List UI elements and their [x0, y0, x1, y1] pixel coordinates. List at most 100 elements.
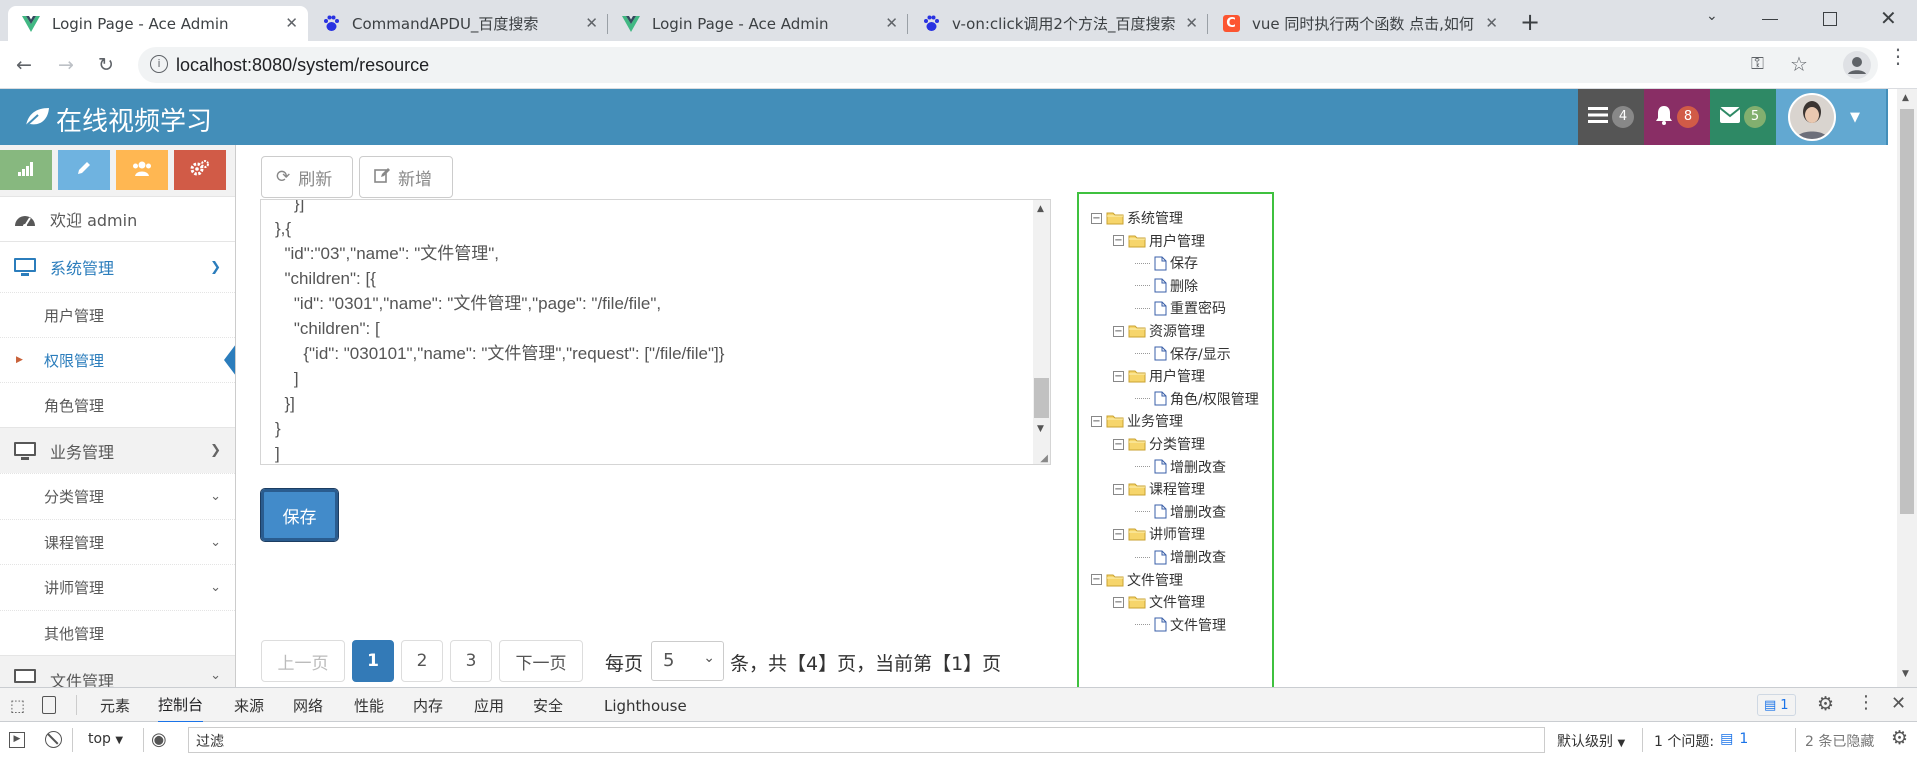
- profile-icon[interactable]: [1843, 51, 1871, 79]
- tree-folder-node[interactable]: − 文件管理: [1091, 570, 1183, 590]
- collapse-toggle-icon[interactable]: −: [1113, 370, 1124, 382]
- resize-handle-icon[interactable]: ◢: [1040, 453, 1048, 464]
- collapse-toggle-icon[interactable]: −: [1091, 574, 1102, 586]
- devtools-tab[interactable]: 内存: [413, 688, 443, 723]
- key-icon[interactable]: ⚿: [1751, 54, 1764, 74]
- save-button[interactable]: 保存: [260, 488, 339, 542]
- shortcut-edit-button[interactable]: [58, 150, 110, 190]
- tree-folder-node[interactable]: − 用户管理: [1113, 231, 1205, 251]
- gear-icon[interactable]: ⚙: [1891, 727, 1908, 749]
- sidebar-subitem-users[interactable]: 用户管理: [0, 292, 235, 337]
- devtools-tab[interactable]: 应用: [474, 688, 504, 723]
- browser-tab[interactable]: Login Page - Ace Admin ✕: [8, 6, 308, 41]
- inspect-icon[interactable]: ⬚: [10, 696, 25, 715]
- tree-folder-node[interactable]: − 业务管理: [1091, 411, 1183, 431]
- browser-tab[interactable]: v-on:click调用2个方法_百度搜索 ✕: [908, 6, 1208, 41]
- sidebar-item-business[interactable]: 业务管理 ❯: [0, 427, 235, 473]
- info-icon[interactable]: i: [150, 55, 168, 73]
- tree-leaf-node[interactable]: 增删改查: [1135, 457, 1226, 477]
- page-button[interactable]: 3: [450, 640, 492, 682]
- omnibox[interactable]: i localhost:8080/system/resource ⚿ ☆: [138, 47, 1878, 83]
- bookmark-star-icon[interactable]: ☆: [1790, 52, 1808, 76]
- clear-console-icon[interactable]: [45, 731, 62, 748]
- tree-leaf-node[interactable]: 保存: [1135, 253, 1198, 273]
- sidebar-subitem-other[interactable]: 其他管理: [0, 610, 235, 655]
- sidebar-item-files[interactable]: 文件管理 ⌄: [0, 655, 235, 687]
- tree-leaf-node[interactable]: 删除: [1135, 276, 1198, 296]
- textarea-scrollbar[interactable]: ▲ ▼: [1033, 200, 1050, 464]
- page-button[interactable]: 1: [352, 640, 394, 682]
- back-icon[interactable]: ←: [10, 51, 38, 79]
- add-button[interactable]: 新增: [359, 156, 453, 198]
- shortcut-users-button[interactable]: [116, 150, 168, 190]
- tree-folder-node[interactable]: − 分类管理: [1113, 434, 1205, 454]
- close-tab-icon[interactable]: ✕: [285, 14, 298, 32]
- tree-leaf-node[interactable]: 增删改查: [1135, 502, 1226, 522]
- browser-tab[interactable]: C vue 同时执行两个函数 点击,如何 ✕: [1208, 6, 1508, 41]
- sidebar-item-system[interactable]: 系统管理 ❯: [0, 241, 235, 292]
- tree-folder-node[interactable]: − 文件管理: [1113, 592, 1205, 612]
- devtools-tab[interactable]: 元素: [100, 688, 130, 723]
- notifications-button[interactable]: 8: [1644, 89, 1710, 145]
- menu-kebab-icon[interactable]: ⋮: [1888, 46, 1908, 66]
- sidebar-toggle-icon[interactable]: ▶: [9, 732, 25, 748]
- tree-folder-node[interactable]: − 讲师管理: [1113, 524, 1205, 544]
- forward-icon[interactable]: →: [52, 51, 80, 79]
- eye-icon[interactable]: ◉: [151, 729, 167, 750]
- collapse-toggle-icon[interactable]: −: [1113, 596, 1124, 608]
- scroll-down-icon[interactable]: ▼: [1037, 424, 1044, 434]
- close-tab-icon[interactable]: ✕: [1485, 14, 1498, 32]
- prev-page-button[interactable]: 上一页: [261, 640, 345, 682]
- reload-icon[interactable]: ↻: [92, 51, 120, 79]
- devtools-tab[interactable]: 控制台: [158, 688, 204, 723]
- collapse-toggle-icon[interactable]: −: [1091, 212, 1102, 224]
- close-window-icon[interactable]: ✕: [1880, 6, 1897, 30]
- tab-search-chevron-icon[interactable]: ⌄: [1706, 8, 1718, 24]
- context-select[interactable]: top ▼: [88, 731, 123, 747]
- tree-leaf-node[interactable]: 重置密码: [1135, 298, 1226, 318]
- url-text[interactable]: localhost:8080/system/resource: [176, 55, 429, 76]
- scroll-down-icon[interactable]: ▼: [1902, 669, 1909, 679]
- shortcut-settings-button[interactable]: [174, 150, 226, 190]
- device-toggle-icon[interactable]: [42, 696, 56, 714]
- sidebar-subitem-permissions[interactable]: ▶ 权限管理: [0, 337, 235, 382]
- next-page-button[interactable]: 下一页: [499, 640, 583, 682]
- collapse-toggle-icon[interactable]: −: [1113, 483, 1124, 495]
- collapse-toggle-icon[interactable]: −: [1113, 325, 1124, 337]
- user-menu[interactable]: ▼: [1776, 89, 1886, 145]
- scroll-up-icon[interactable]: ▲: [1037, 204, 1044, 214]
- devtools-tab[interactable]: 安全: [533, 688, 563, 723]
- tree-folder-node[interactable]: − 系统管理: [1091, 208, 1183, 228]
- per-page-select[interactable]: 5 ⌄: [651, 641, 724, 681]
- devtools-tab[interactable]: 性能: [354, 688, 384, 723]
- new-tab-icon[interactable]: +: [1515, 8, 1545, 38]
- minimize-icon[interactable]: [1762, 19, 1778, 20]
- tree-folder-node[interactable]: − 用户管理: [1113, 366, 1205, 386]
- close-tab-icon[interactable]: ✕: [885, 14, 898, 32]
- menu-kebab-icon[interactable]: ⋮: [1857, 692, 1875, 713]
- sidebar-subitem-roles[interactable]: 角色管理: [0, 382, 235, 427]
- collapse-toggle-icon[interactable]: −: [1091, 415, 1102, 427]
- scroll-thumb[interactable]: [1034, 378, 1049, 418]
- collapse-toggle-icon[interactable]: −: [1113, 235, 1124, 247]
- sidebar-subitem-teacher[interactable]: 讲师管理 ⌄: [0, 564, 235, 610]
- welcome-item[interactable]: 欢迎 admin: [0, 196, 235, 241]
- restore-icon[interactable]: [1823, 12, 1837, 26]
- close-devtools-icon[interactable]: ✕: [1891, 693, 1906, 714]
- refresh-button[interactable]: ⟳ 刷新: [261, 156, 353, 198]
- collapse-toggle-icon[interactable]: −: [1113, 528, 1124, 540]
- log-level-select[interactable]: 默认级别 ▼: [1557, 731, 1625, 751]
- browser-tab[interactable]: Login Page - Ace Admin ✕: [608, 6, 908, 41]
- collapse-toggle-icon[interactable]: −: [1113, 438, 1124, 450]
- devtools-tab[interactable]: 网络: [293, 688, 323, 723]
- tasks-button[interactable]: 4: [1578, 89, 1644, 145]
- tree-leaf-node[interactable]: 文件管理: [1135, 615, 1226, 635]
- close-tab-icon[interactable]: ✕: [585, 14, 598, 32]
- scroll-up-icon[interactable]: ▲: [1902, 93, 1909, 103]
- tree-leaf-node[interactable]: 增删改查: [1135, 547, 1226, 567]
- tree-folder-node[interactable]: − 课程管理: [1113, 479, 1205, 499]
- tree-folder-node[interactable]: − 资源管理: [1113, 321, 1205, 341]
- page-scrollbar[interactable]: ▲ ▼: [1897, 89, 1917, 687]
- devtools-tab[interactable]: 来源: [234, 688, 264, 723]
- devtools-tab[interactable]: Lighthouse: [604, 688, 687, 723]
